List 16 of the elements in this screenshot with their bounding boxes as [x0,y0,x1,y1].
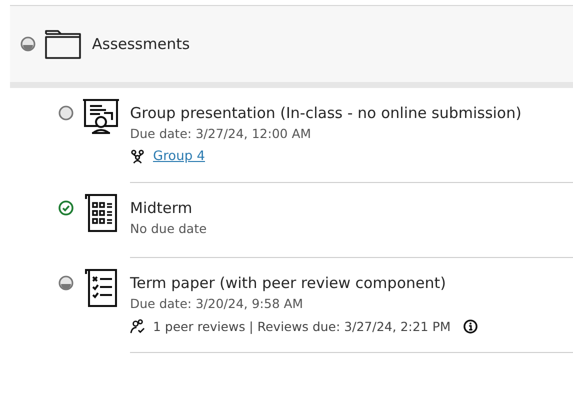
folder-header[interactable]: Assessments [10,5,573,88]
due-date: Due date: 3/27/24, 12:00 AM [130,125,312,143]
group-link[interactable]: Group 4 [153,149,205,164]
group-icon [130,149,145,164]
assessment-title[interactable]: Midterm [130,197,192,219]
peer-review-info: 1 peer reviews | Reviews due: 3/27/24, 2:21 PM [153,319,451,334]
peer-review-icon [130,319,145,334]
due-date: Due date: 3/20/24, 9:58 AM [130,295,304,313]
checklist-icon [82,268,120,308]
due-date: No due date [130,220,207,238]
folder-title: Assessments [92,35,190,53]
info-icon[interactable] [462,319,478,334]
assessment-title[interactable]: Group presentation (In-class - no online submission) [130,102,522,124]
folder-icon [44,28,82,60]
test-sheet-icon [82,193,120,233]
assessment-title[interactable]: Term paper (with peer review component) [130,272,446,294]
